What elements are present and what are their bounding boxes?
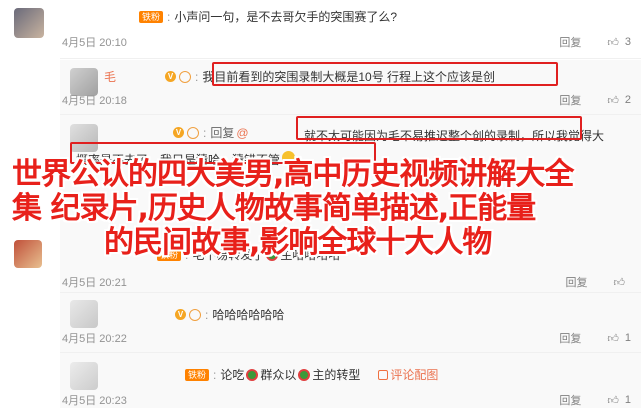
comment-row: 铁粉 : 论吃 群众以 主的转型 评论配图 4月5日 20:23 回复 👍︎ 1 bbox=[0, 354, 641, 408]
overlay-caption-line-1: 世界公认的四大美男,高中历史视频讲解大全 bbox=[12, 157, 574, 192]
avatar[interactable] bbox=[14, 240, 42, 268]
divider bbox=[60, 58, 641, 59]
timestamp: 4月5日 20:23 bbox=[62, 395, 127, 407]
overlay-caption-line-3: 的民间故事,影响全球十大人物 bbox=[104, 225, 492, 260]
fan-badge: 铁粉 bbox=[139, 10, 164, 23]
comment-text: 小声问一句，是不去哥欠手的突围赛了么? bbox=[174, 10, 398, 24]
comment-row: V : 哈哈哈哈哈哈 4月5日 20:22 回复 👍︎ 1 bbox=[0, 294, 641, 348]
watermelon-emoji-icon bbox=[246, 368, 259, 381]
like-count: 1 bbox=[624, 332, 631, 344]
highlight-box bbox=[212, 62, 558, 86]
reply-button[interactable]: 回复 bbox=[559, 92, 581, 108]
colon-separator: : bbox=[205, 307, 209, 322]
watermelon-emoji-icon bbox=[298, 368, 311, 381]
username[interactable]: 毛 bbox=[104, 68, 116, 85]
colon-separator: : bbox=[167, 9, 171, 24]
like-icon[interactable]: 👍︎ bbox=[607, 332, 619, 345]
divider bbox=[60, 352, 641, 353]
fan-badge: 铁粉 bbox=[185, 368, 210, 381]
highlight-box bbox=[296, 116, 582, 140]
timestamp: 4月5日 20:10 bbox=[62, 37, 127, 49]
level-icon bbox=[189, 308, 201, 321]
colon-separator: : bbox=[213, 367, 217, 382]
timestamp: 4月5日 20:22 bbox=[62, 333, 127, 345]
comment-text-cont: 群众以 bbox=[260, 368, 297, 382]
divider bbox=[60, 114, 641, 115]
like-count: 3 bbox=[624, 36, 631, 48]
like-icon[interactable]: 👍︎ bbox=[614, 276, 626, 289]
comment-text: 论吃 bbox=[220, 368, 245, 382]
divider bbox=[60, 292, 641, 293]
avatar[interactable] bbox=[70, 362, 98, 390]
verified-icon: V bbox=[175, 309, 186, 320]
verified-icon: V bbox=[165, 71, 177, 82]
reply-button[interactable]: 回复 bbox=[559, 392, 581, 408]
reply-button[interactable]: 回复 bbox=[559, 34, 581, 50]
comment-image-link[interactable]: 评论配图 bbox=[390, 366, 438, 383]
avatar[interactable] bbox=[70, 300, 98, 328]
level-icon bbox=[179, 70, 192, 83]
comment-text: 哈哈哈哈哈哈 bbox=[212, 308, 285, 322]
comment-row: 铁粉 : 小声问一句，是不去哥欠手的突围赛了么? 4月5日 20:10 回复 👍… bbox=[0, 0, 641, 58]
like-icon[interactable]: 👍︎ bbox=[607, 94, 619, 107]
like-icon[interactable]: 👍︎ bbox=[607, 394, 619, 407]
reply-button[interactable]: 回复 bbox=[566, 274, 588, 290]
image-icon bbox=[378, 369, 389, 380]
reply-button[interactable]: 回复 bbox=[559, 330, 581, 346]
overlay-caption-line-2: 集 纪录片,历史人物故事简单描述,正能量 bbox=[12, 191, 536, 226]
like-count: 1 bbox=[624, 394, 631, 406]
colon-separator: : bbox=[195, 69, 199, 84]
like-icon[interactable]: 👍︎ bbox=[607, 36, 619, 49]
comment-text-cont: 主的转型 bbox=[312, 368, 361, 382]
timestamp: 4月5日 20:21 bbox=[62, 277, 127, 289]
avatar[interactable] bbox=[14, 8, 44, 38]
like-count: 2 bbox=[624, 94, 631, 106]
timestamp: 4月5日 20:18 bbox=[62, 95, 127, 107]
